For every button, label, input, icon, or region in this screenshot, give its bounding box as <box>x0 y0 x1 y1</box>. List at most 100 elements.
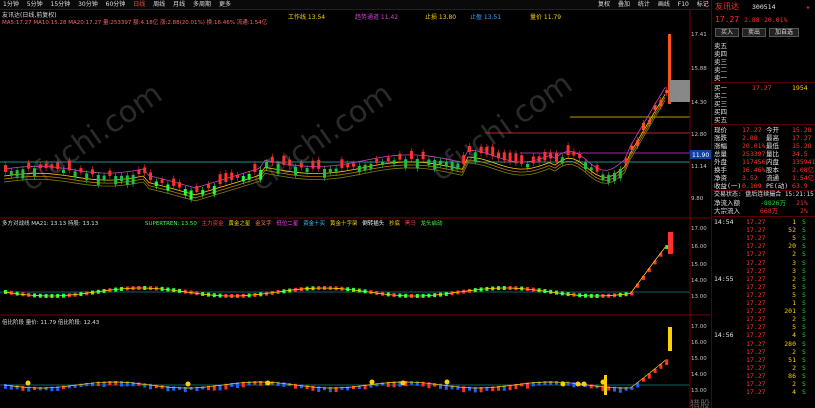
stock-code: 300514 <box>752 3 776 11</box>
tick-cell: S <box>802 380 806 388</box>
candle <box>108 170 112 176</box>
tick-row: 17.27 201 S <box>712 307 815 315</box>
star-icon[interactable]: ★ <box>806 2 810 12</box>
svg-text:11.90: 11.90 <box>692 152 709 159</box>
tick-cell: 3 <box>792 258 796 267</box>
indicator-bar <box>555 381 558 385</box>
axis-label: 14.00 <box>691 372 707 378</box>
stats-row: 涨跌 2.88 最高 17.27 <box>712 134 815 142</box>
tick-row: 17.27 2 S <box>712 250 815 258</box>
tick-cell: 17.27 <box>746 218 766 226</box>
tick-cell: S <box>802 266 806 275</box>
candle <box>328 168 332 173</box>
tick-cell: 2 <box>792 274 796 283</box>
ma-line <box>3 96 666 199</box>
candle <box>653 105 657 110</box>
candle <box>665 90 669 94</box>
signal-dot <box>560 381 566 387</box>
tick-cell: 5 <box>792 234 796 243</box>
tick-row: 17.27 280 S <box>712 340 815 348</box>
price-chart[interactable]: 11.90 <box>0 0 711 408</box>
stats-cell: 17.27 <box>742 126 762 134</box>
axis-label: 14.00 <box>691 278 707 284</box>
tick-cell: 17.27 <box>746 363 766 372</box>
trade-status: 交易状态: 盘后连续撮合 15:21:15 <box>714 191 814 198</box>
panel2-label: 黑马 <box>404 221 416 227</box>
candle <box>178 182 181 188</box>
tick-row: 17.27 86 S <box>712 372 815 380</box>
candle <box>381 161 384 165</box>
flow2-value: 668万 <box>760 207 779 215</box>
tick-cell: 1 <box>792 218 796 226</box>
axis-label: 16.00 <box>691 244 707 250</box>
tick-cell: S <box>802 218 806 226</box>
add-watchlist-button[interactable]: 加自选 <box>769 28 799 37</box>
price-change: 2.88 <box>744 16 760 24</box>
indicator-bar <box>468 386 471 391</box>
candle <box>473 152 477 162</box>
indicator-line <box>3 246 666 297</box>
sell2-label: 卖二 <box>714 66 727 74</box>
buy-button[interactable]: 买入 <box>715 28 739 37</box>
candle <box>114 175 118 185</box>
stats-cell: 135941 <box>792 158 815 166</box>
panel2-label: 资金十买 <box>303 221 326 227</box>
stats-cell: 1.54亿 <box>792 174 815 182</box>
tick-row: 17.27 1 S <box>712 299 815 307</box>
tick-cell: 5 <box>792 323 796 332</box>
candle <box>508 152 512 162</box>
indicator-bar <box>450 385 454 390</box>
tick-cell: S <box>802 250 806 259</box>
candle <box>91 169 94 175</box>
buy1-price: 17.27 <box>752 84 772 92</box>
panel2-labels: SUPERTREN: 13.50 主力资金 黄金之星 金叉字 低位二星 资金十买… <box>145 219 443 227</box>
candle <box>392 160 396 165</box>
indicator-bar <box>410 381 413 385</box>
sell-button[interactable]: 卖出 <box>742 28 766 37</box>
buy5-label: 买五 <box>714 116 727 124</box>
indicator-bar <box>566 381 570 386</box>
stats-row: 总量 253397 量比 34.5 <box>712 150 815 158</box>
sell3-label: 卖三 <box>714 58 727 66</box>
candle <box>201 190 205 195</box>
candle <box>502 152 506 161</box>
tick-cell: 17.27 <box>746 266 766 275</box>
axis-label: 15.00 <box>691 356 707 362</box>
candle <box>578 153 582 159</box>
candle <box>294 166 297 176</box>
candle <box>537 156 541 163</box>
stats-cell: 涨幅 <box>714 142 727 150</box>
candle <box>317 159 321 169</box>
candle <box>334 168 338 172</box>
candle <box>340 159 344 169</box>
candle <box>21 169 25 179</box>
indicator-bar <box>433 382 437 387</box>
tick-cell: 17.27 <box>746 250 766 259</box>
stats-cell: 117456 <box>742 158 766 166</box>
order-book-panel: 友讯达 300514 ★ 17.27 2.88 20.01% 买入 卖出 加自选… <box>711 0 815 408</box>
candle <box>125 175 129 185</box>
candle <box>299 162 303 168</box>
tick-cell: 17.27 <box>746 371 766 380</box>
candle <box>85 173 89 181</box>
candle <box>282 155 286 165</box>
candle <box>514 153 518 164</box>
indicator-bar <box>299 384 303 389</box>
indicator-bar <box>282 382 286 387</box>
axis-label: 13.00 <box>691 294 707 300</box>
tick-row: 14:56 17.27 4 S <box>712 331 815 339</box>
tick-cell: S <box>802 258 806 267</box>
tick-cell: S <box>802 274 806 283</box>
signal-dot <box>369 379 375 385</box>
candle <box>659 100 663 107</box>
tick-cell: S <box>802 347 806 356</box>
indicator-bar <box>38 386 42 391</box>
tick-cell: S <box>802 339 806 348</box>
tick-row: 14:54 17.27 1 S <box>712 218 815 226</box>
tick-cell: 17.27 <box>746 282 766 291</box>
indicator-bar <box>665 245 669 250</box>
candle <box>67 160 71 171</box>
candle <box>531 156 535 164</box>
panel2-label: 低位二星 <box>276 221 299 227</box>
tick-row: 17.27 51 S <box>712 356 815 364</box>
